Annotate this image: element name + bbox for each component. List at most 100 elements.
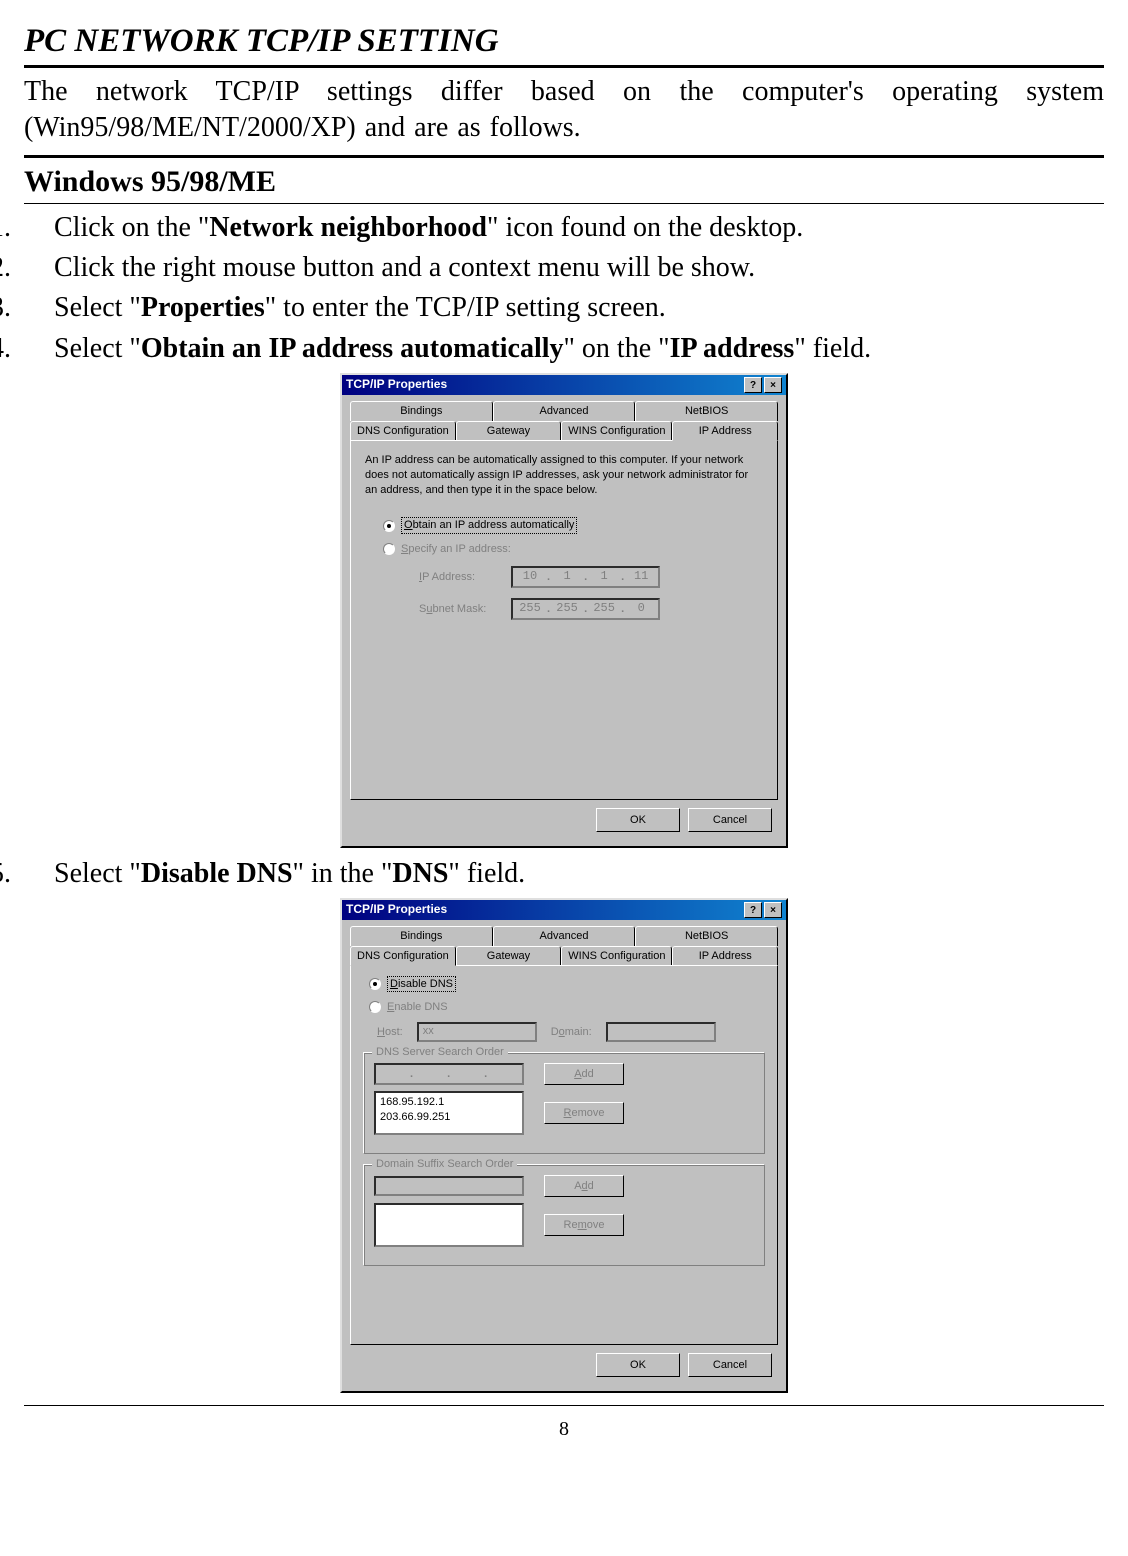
add-button[interactable]: Add — [544, 1063, 624, 1085]
remove-button[interactable]: Remove — [544, 1214, 624, 1236]
ip-seg: 0 — [624, 601, 658, 617]
tab-bindings[interactable]: Bindings — [350, 926, 493, 945]
radio-obtain-auto[interactable]: Obtain an IP address automatically — [383, 517, 763, 533]
step-text: Select " — [54, 333, 141, 364]
close-button[interactable]: × — [764, 377, 782, 393]
divider — [24, 203, 1104, 204]
radio-icon — [383, 520, 395, 532]
step-text: " icon found on the desktop. — [487, 212, 803, 243]
tab-gateway[interactable]: Gateway — [456, 421, 562, 441]
domain-suffix-input[interactable] — [374, 1176, 524, 1196]
intro-text: The network TCP/IP settings differ based… — [24, 74, 1104, 147]
subnet-mask-input[interactable]: 255. 255. 255. 0 — [511, 598, 660, 620]
group-legend: Domain Suffix Search Order — [372, 1157, 517, 1171]
step-bold: Obtain an IP address automatically — [141, 333, 564, 364]
divider — [24, 1405, 1104, 1406]
dns-server-search-order-group: DNS Server Search Order ... Add 168.95.1… — [363, 1052, 765, 1154]
list-item: 2.Click the right mouse button and a con… — [24, 250, 1104, 286]
ok-button[interactable]: OK — [596, 1353, 680, 1377]
step-text: Click the right mouse button and a conte… — [54, 252, 755, 283]
tab-strip: Bindings Advanced NetBIOS DNS Configurat… — [350, 926, 778, 966]
help-button[interactable]: ? — [744, 377, 762, 393]
divider — [24, 155, 1104, 158]
page-number: 8 — [24, 1416, 1104, 1442]
tab-dns-configuration[interactable]: DNS Configuration — [350, 946, 456, 966]
tcpip-properties-dialog-dns: TCP/IP Properties ? × Bindings Advanced … — [340, 898, 788, 1393]
step-text: Click on the " — [54, 212, 209, 243]
step-text: Select " — [54, 858, 141, 889]
ip-address-input[interactable]: 10. 1. 1. 11 — [511, 566, 660, 588]
help-button[interactable]: ? — [744, 902, 762, 918]
step-text: " on the " — [564, 333, 670, 364]
tab-strip: Bindings Advanced NetBIOS DNS Configurat… — [350, 401, 778, 441]
section-heading: Windows 95/98/ME — [24, 162, 1104, 201]
tab-gateway[interactable]: Gateway — [456, 946, 562, 966]
dns-server-list[interactable]: 168.95.192.1 203.66.99.251 — [374, 1091, 524, 1135]
group-legend: DNS Server Search Order — [372, 1045, 508, 1059]
ip-seg: 255 — [587, 601, 621, 617]
titlebar: TCP/IP Properties ? × — [342, 375, 786, 395]
page-title: PC NETWORK TCP/IP SETTING — [24, 20, 1104, 68]
tab-netbios[interactable]: NetBIOS — [635, 401, 778, 420]
subnet-mask-label: Subnet Mask: — [419, 602, 511, 616]
close-button[interactable]: × — [764, 902, 782, 918]
radio-label: btain an IP address automatically — [413, 519, 575, 531]
tab-wins-configuration[interactable]: WINS Configuration — [561, 421, 672, 441]
list-item: 5.Select "Disable DNS" in the "DNS" fiel… — [24, 856, 1104, 892]
step-bold: Network neighborhood — [209, 212, 487, 243]
add-button[interactable]: Add — [544, 1175, 624, 1197]
dialog-title: TCP/IP Properties — [346, 902, 742, 918]
radio-specify[interactable]: Specify an IP address: — [383, 542, 763, 556]
host-input[interactable]: xx — [417, 1022, 537, 1042]
radio-icon — [383, 543, 395, 555]
step-text: Select " — [54, 292, 141, 323]
tab-dns-configuration[interactable]: DNS Configuration — [350, 421, 456, 441]
ip-seg: 255 — [513, 601, 547, 617]
ip-seg: 1 — [550, 569, 584, 585]
ip-seg: 1 — [587, 569, 621, 585]
ip-seg: 255 — [550, 601, 584, 617]
description-text: An IP address can be automatically assig… — [365, 453, 763, 498]
tab-wins-configuration[interactable]: WINS Configuration — [561, 946, 672, 966]
cancel-button[interactable]: Cancel — [688, 1353, 772, 1377]
radio-disable-dns[interactable]: Disable DNS — [369, 976, 765, 992]
domain-label: Domain: — [551, 1025, 592, 1039]
step-bold: DNS — [392, 858, 448, 889]
domain-suffix-search-order-group: Domain Suffix Search Order Add Remove — [363, 1164, 765, 1266]
step-text: " field. — [448, 858, 525, 889]
steps-list: 5.Select "Disable DNS" in the "DNS" fiel… — [24, 856, 1104, 892]
radio-icon — [369, 1001, 381, 1013]
radio-label: Specify an IP address: — [401, 542, 511, 556]
ip-address-label: IP Address: — [419, 570, 511, 584]
tab-bindings[interactable]: Bindings — [350, 401, 493, 420]
step-bold: IP address — [670, 333, 795, 364]
dialog-title: TCP/IP Properties — [346, 377, 742, 393]
domain-suffix-list[interactable] — [374, 1203, 524, 1247]
dns-server-input[interactable]: ... — [374, 1063, 524, 1085]
tab-ip-address[interactable]: IP Address — [672, 946, 778, 966]
step-bold: Properties — [141, 292, 265, 323]
tab-panel: An IP address can be automatically assig… — [350, 440, 778, 800]
step-bold: Disable DNS — [141, 858, 293, 889]
ok-button[interactable]: OK — [596, 808, 680, 832]
tab-advanced[interactable]: Advanced — [493, 926, 636, 945]
list-item: 1.Click on the "Network neighborhood" ic… — [24, 210, 1104, 246]
radio-icon — [369, 978, 381, 990]
radio-enable-dns[interactable]: Enable DNS — [369, 1000, 765, 1014]
list-item: 3.Select "Properties" to enter the TCP/I… — [24, 290, 1104, 326]
domain-input[interactable] — [606, 1022, 716, 1042]
list-item: 4.Select "Obtain an IP address automatic… — [24, 331, 1104, 367]
step-text: " to enter the TCP/IP setting screen. — [265, 292, 666, 323]
tab-panel: Disable DNS Enable DNS Host: xx Domain: … — [350, 965, 778, 1345]
titlebar: TCP/IP Properties ? × — [342, 900, 786, 920]
step-text: " field. — [794, 333, 871, 364]
tab-advanced[interactable]: Advanced — [493, 401, 636, 420]
cancel-button[interactable]: Cancel — [688, 808, 772, 832]
tab-netbios[interactable]: NetBIOS — [635, 926, 778, 945]
tab-ip-address[interactable]: IP Address — [672, 421, 778, 441]
tcpip-properties-dialog-ip: TCP/IP Properties ? × Bindings Advanced … — [340, 373, 788, 848]
host-label: Host: — [377, 1025, 403, 1039]
list-item: 203.66.99.251 — [380, 1110, 518, 1124]
ip-seg: 11 — [624, 569, 658, 585]
remove-button[interactable]: Remove — [544, 1102, 624, 1124]
